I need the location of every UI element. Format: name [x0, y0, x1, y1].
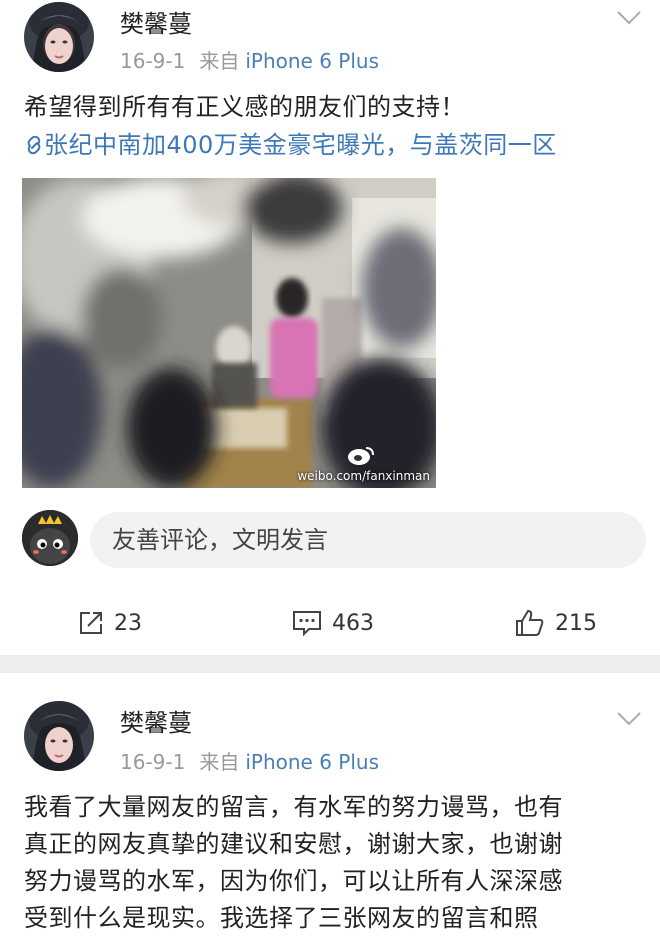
post-meta: 16-9-1 来自 iPhone 6 Plus: [120, 45, 379, 74]
post-text-line: 真正的网友真挚的建议和安慰，谢谢大家，也谢谢: [24, 830, 563, 858]
comment-input[interactable]: 友善评论，文明发言: [90, 512, 646, 568]
my-avatar[interactable]: [22, 510, 78, 566]
source-label: 来自: [199, 49, 240, 73]
post-divider: [0, 655, 660, 673]
repost-icon: [80, 612, 102, 634]
weibo-post: 樊馨蔓 16-9-1 来自 iPhone 6 Plus 希望得到所有有正义感的朋友们…: [0, 0, 660, 655]
chevron-down-icon[interactable]: [616, 10, 642, 26]
comment-icon: [293, 611, 321, 636]
post-link-text[interactable]: 张纪中南加400万美金豪宅曝光，与盖茨同一区: [44, 131, 557, 159]
repost-count: 23: [114, 610, 142, 636]
action-bar: 23 463 215: [0, 600, 660, 646]
weibo-post: 樊馨蔓 16-9-1 来自 iPhone 6 Plus 我看了大量网友的留言，有水军…: [0, 673, 660, 940]
repost-button[interactable]: 23: [78, 600, 142, 646]
image-watermark: weibo.com/fanxinman: [297, 469, 430, 483]
username[interactable]: 樊馨蔓: [120, 4, 192, 39]
link-icon: [27, 135, 41, 155]
source-label: 来自: [199, 750, 240, 774]
source-device[interactable]: iPhone 6 Plus: [245, 750, 379, 774]
source-device[interactable]: iPhone 6 Plus: [245, 49, 379, 73]
post-text-line: 受到什么是现实。我选择了三张网友的留言和照: [24, 904, 539, 932]
thumbs-up-icon: [516, 609, 544, 636]
post-image[interactable]: weibo.com/fanxinman: [22, 178, 436, 488]
avatar[interactable]: [24, 701, 94, 771]
post-text-line: 努力谩骂的水军，因为你们，可以让所有人深深感: [24, 867, 563, 895]
post-date: 16-9-1: [120, 49, 186, 73]
like-button[interactable]: 215: [515, 600, 597, 646]
post-text: 希望得到所有有正义感的朋友们的支持！: [24, 93, 465, 121]
comment-bar: 友善评论，文明发言: [0, 506, 660, 572]
avatar[interactable]: [24, 2, 94, 72]
post-meta: 16-9-1 来自 iPhone 6 Plus: [120, 746, 379, 775]
weibo-logo-icon: [348, 447, 374, 465]
post-text-line: 我看了大量网友的留言，有水军的努力谩骂，也有: [24, 793, 563, 821]
username[interactable]: 樊馨蔓: [120, 703, 192, 738]
comment-count: 463: [332, 610, 374, 636]
comment-button[interactable]: 463: [292, 600, 374, 646]
post-date: 16-9-1: [120, 750, 186, 774]
post-link[interactable]: 张纪中南加400万美金豪宅曝光，与盖茨同一区: [24, 128, 557, 163]
like-count: 215: [555, 610, 597, 636]
chevron-down-icon[interactable]: [616, 711, 642, 727]
